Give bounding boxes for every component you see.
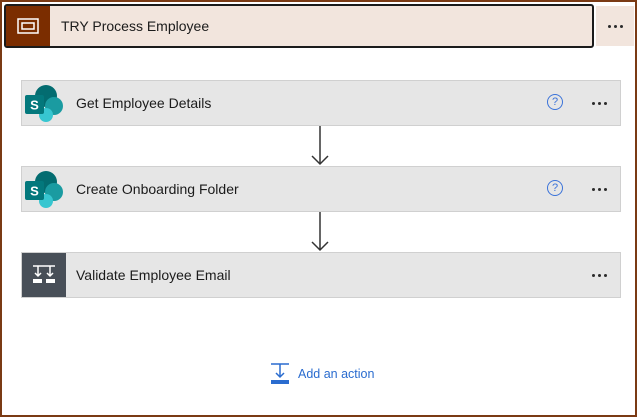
action-more-options-button[interactable] [584, 263, 614, 287]
action-validate-employee-email[interactable]: Validate Employee Email [21, 252, 621, 298]
sharepoint-icon: S [22, 81, 66, 125]
action-label: Get Employee Details [76, 95, 212, 111]
svg-text:S: S [30, 98, 39, 113]
more-icon [591, 273, 607, 277]
sharepoint-icon: S [22, 167, 66, 211]
action-more-options-button[interactable] [584, 177, 614, 201]
action-create-onboarding-folder[interactable]: S Create Onboarding Folder ? [21, 166, 621, 212]
svg-text:S: S [30, 184, 39, 199]
more-icon [591, 187, 607, 191]
scope-title: TRY Process Employee [61, 18, 210, 34]
scope-header[interactable]: TRY Process Employee [4, 4, 594, 48]
action-label: Create Onboarding Folder [76, 181, 239, 197]
action-get-employee-details[interactable]: S Get Employee Details ? [21, 80, 621, 126]
down-arrow-icon [311, 126, 329, 166]
add-action-icon [271, 363, 289, 384]
more-icon [607, 24, 623, 28]
condition-icon [22, 253, 66, 297]
action-label: Validate Employee Email [76, 267, 231, 283]
scope-more-options-button[interactable] [596, 6, 634, 46]
scope-icon [6, 6, 50, 46]
add-action-label: Add an action [298, 367, 375, 381]
help-icon[interactable]: ? [547, 180, 563, 196]
help-icon[interactable]: ? [547, 94, 563, 110]
more-icon [591, 101, 607, 105]
scope-container: TRY Process Employee S Get Employee Deta… [0, 0, 637, 417]
down-arrow-icon [311, 212, 329, 252]
action-more-options-button[interactable] [584, 91, 614, 115]
add-action-button[interactable]: Add an action [270, 363, 374, 385]
